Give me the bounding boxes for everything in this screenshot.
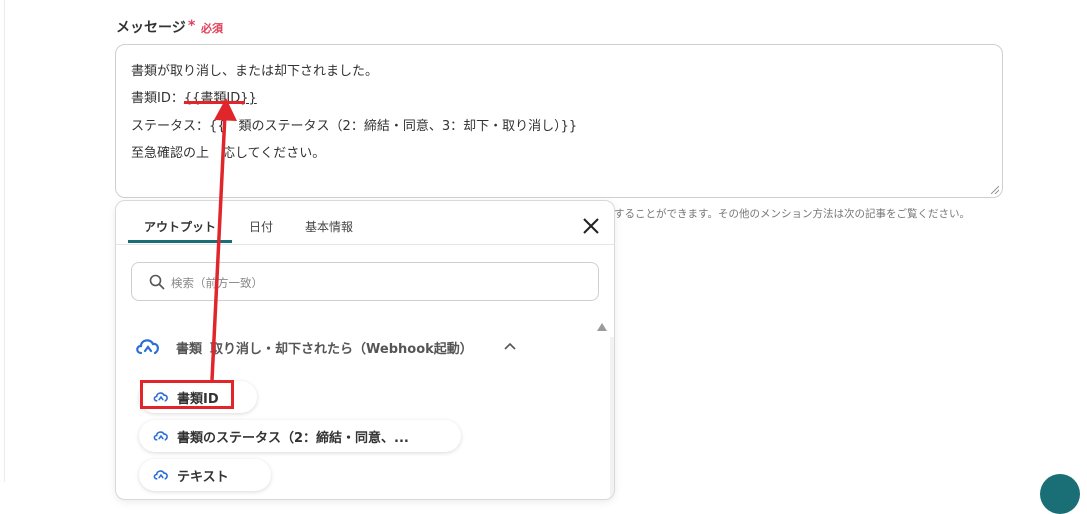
chat-support-button[interactable] bbox=[1040, 474, 1080, 514]
annotation-arrow-icon bbox=[210, 98, 237, 381]
